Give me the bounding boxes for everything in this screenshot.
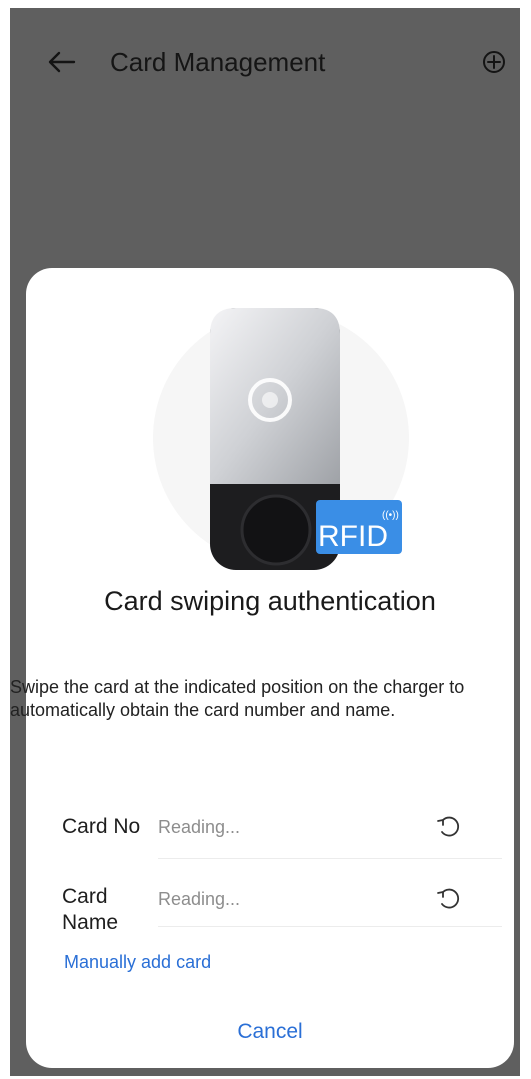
cancel-button[interactable]: Cancel — [26, 1020, 514, 1044]
card-no-value: Reading... — [158, 817, 241, 837]
card-name-row: Card Name Reading... — [62, 880, 502, 940]
charger-illustration: RFID ((•)) — [153, 308, 409, 570]
refresh-icon[interactable] — [434, 812, 464, 842]
add-card-button[interactable] — [476, 44, 512, 80]
card-name-value: Reading... — [158, 889, 241, 909]
back-button[interactable] — [42, 42, 82, 82]
divider — [158, 858, 502, 859]
dialog-heading: Card swiping authentication — [104, 586, 436, 616]
authentication-dialog: RFID ((•)) Card swiping authentication S… — [10, 268, 514, 1068]
refresh-icon[interactable] — [434, 884, 464, 914]
app-bar: Card Management — [10, 8, 520, 108]
card-name-label-line1: Card — [62, 885, 108, 908]
card-name-label-line2: Name — [62, 911, 119, 934]
card-no-row: Card No Reading... — [62, 808, 502, 859]
screen: Card Management RFID ((•)) Card swiping … — [10, 8, 520, 1076]
rfid-label: RFID — [318, 520, 388, 553]
page-title: Card Management — [110, 47, 326, 77]
manually-add-card-link[interactable]: Manually add card — [64, 952, 211, 973]
plus-circle-icon — [483, 51, 505, 73]
card-no-label: Card No — [62, 815, 141, 838]
nfc-icon: ((•)) — [382, 510, 399, 521]
rfid-card: RFID ((•)) — [316, 500, 402, 554]
arrow-left-icon — [48, 51, 76, 73]
dialog-description: Swipe the card at the indicated position… — [10, 677, 465, 720]
divider — [158, 926, 502, 927]
